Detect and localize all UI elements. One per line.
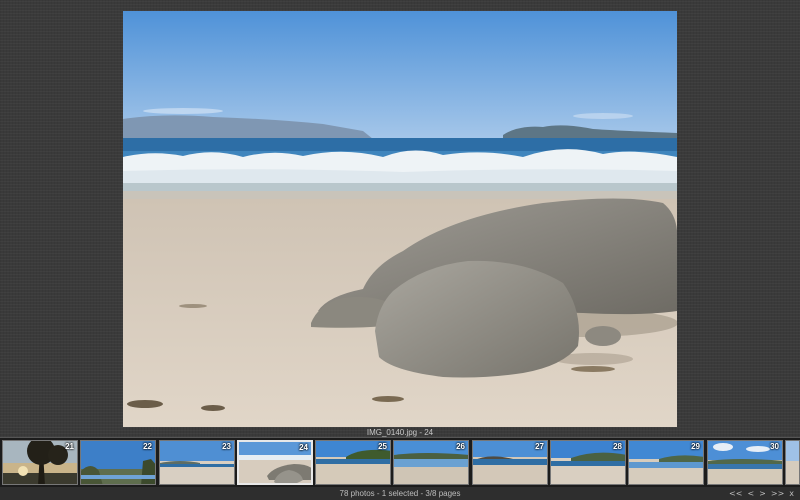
status-bar: 78 photos - 1 selected - 3/8 pages << < … [0,487,800,500]
thumbnail-30[interactable]: 30 [707,440,783,485]
thumbnail-number: 29 [691,442,700,451]
partial-thumbnail [786,441,799,484]
page-navigation: << < > >> x [729,487,794,500]
thumbnail-27[interactable]: 27 [472,440,548,485]
thumbnail-28[interactable]: 28 [550,440,626,485]
thumbnail-number: 25 [378,442,387,451]
close-button[interactable]: x [789,487,794,500]
thumbnail-24[interactable]: 24 [237,440,313,485]
thumbnail-number: 27 [535,442,544,451]
beach-photo [123,11,677,427]
thumbnail-22[interactable]: 22 [80,440,156,485]
next-page-button[interactable]: > [759,487,766,500]
thumbnail-29[interactable]: 29 [628,440,704,485]
thumbnail-number: 24 [299,443,308,452]
thumbnail-23[interactable]: 23 [159,440,235,485]
thumbnail-25[interactable]: 25 [315,440,391,485]
thumbnail-26[interactable]: 26 [393,440,469,485]
filmstrip: 21 22 23 24 25 26 27 28 29 30 [0,437,800,489]
thumbnail-number: 28 [613,442,622,451]
status-text: 78 photos - 1 selected - 3/8 pages [339,489,461,498]
thumbnail-number: 21 [65,442,74,451]
thumbnail-partial[interactable] [785,440,800,485]
previous-page-button[interactable]: < [747,487,754,500]
thumbnail-21[interactable]: 21 [2,440,78,485]
thumbnail-number: 23 [222,442,231,451]
last-page-button[interactable]: >> [771,487,784,500]
thumbnail-number: 26 [456,442,465,451]
thumbnail-number: 30 [770,442,779,451]
thumbnail-number: 22 [143,442,152,451]
first-page-button[interactable]: << [729,487,742,500]
main-photo[interactable] [123,11,677,427]
